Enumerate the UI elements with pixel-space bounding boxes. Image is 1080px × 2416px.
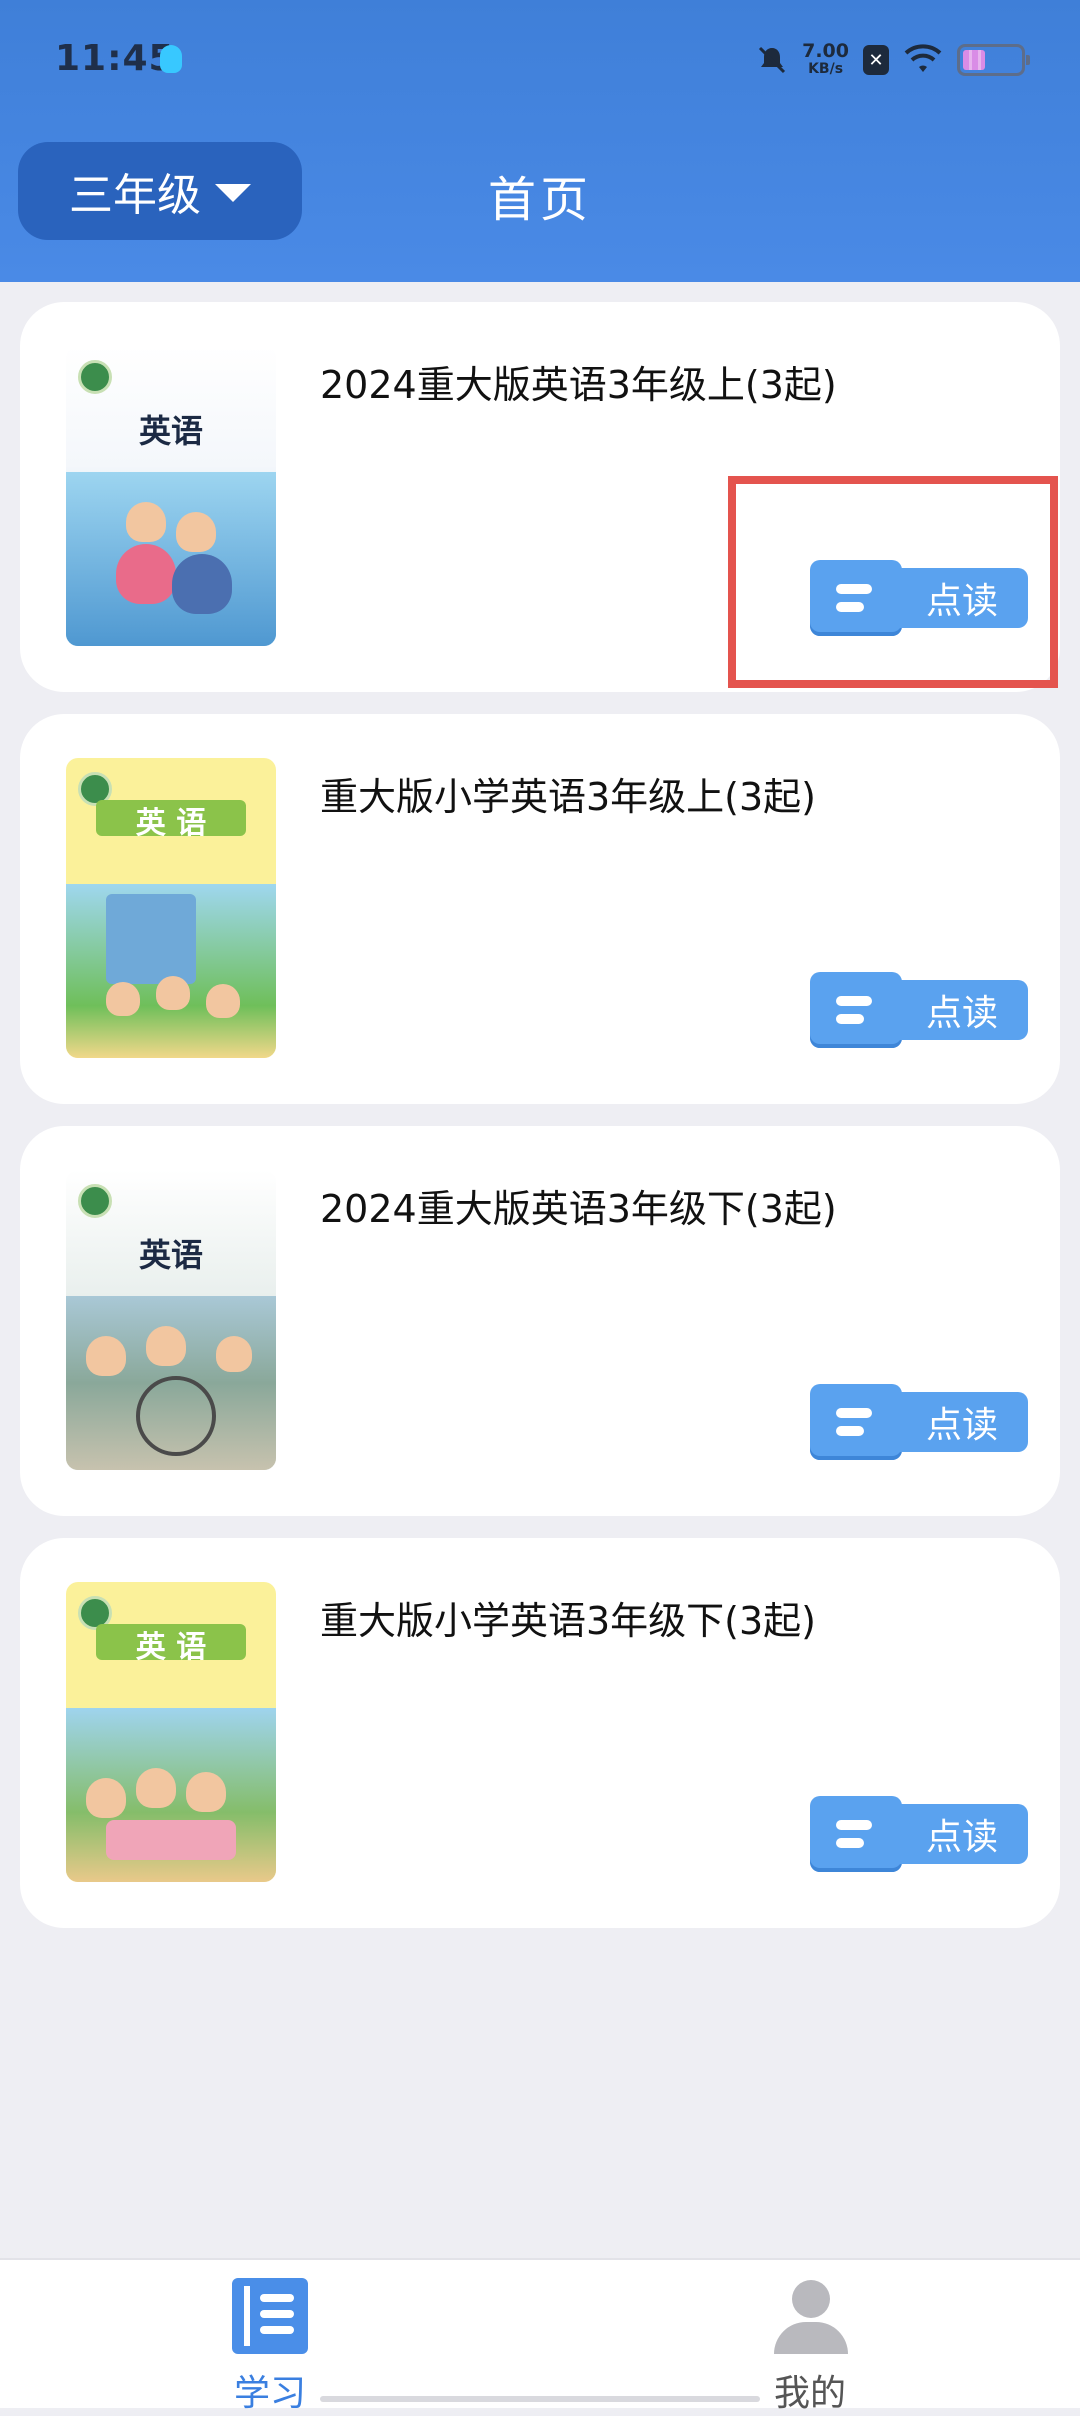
cover-illustration [66, 1296, 276, 1470]
book-title: 重大版小学英语3年级上(3起) [320, 775, 817, 819]
status-icons: 7.00 KB/s ✕ [756, 40, 1030, 80]
book-card[interactable]: 英语 2024重大版英语3年级下(3起) 点读 [20, 1126, 1060, 1516]
battery-fill [963, 50, 985, 70]
page-title: 首页 [0, 160, 1080, 230]
book-card[interactable]: 英 语 重大版小学英语3年级上(3起) 点读 [20, 714, 1060, 1104]
cover-illustration [66, 884, 276, 1058]
home-indicator[interactable] [320, 2396, 760, 2402]
qq-icon [160, 45, 182, 73]
tab-mine-label: 我的 [773, 2373, 846, 2414]
read-aloud-label: 点读 [896, 980, 1028, 1040]
read-aloud-label: 点读 [896, 1392, 1028, 1452]
bottom-tab-bar: 学习 我的 [0, 2258, 1080, 2414]
read-aloud-button[interactable]: 点读 [810, 1796, 1028, 1872]
cover-title: 英 语 [135, 1630, 207, 1665]
cover-title: 英 语 [135, 806, 207, 841]
user-icon [772, 2278, 848, 2354]
cover-illustration [66, 1708, 276, 1882]
read-aloud-button[interactable]: 点读 [810, 1384, 1028, 1460]
tab-study-label: 学习 [233, 2373, 306, 2414]
page-title-text: 首页 [487, 172, 592, 228]
book-card[interactable]: 英 语 重大版小学英语3年级下(3起) 点读 [20, 1538, 1060, 1928]
book-list-icon [232, 2278, 308, 2354]
read-aloud-icon [810, 1384, 902, 1460]
cover-title: 英语 [138, 1236, 203, 1274]
header-bar: 11:45 7.00 KB/s ✕ 三年级 首页 [0, 0, 1080, 282]
wifi-icon [904, 44, 942, 72]
publisher-logo [78, 360, 112, 394]
x-badge-icon: ✕ [863, 45, 889, 75]
book-cover-image[interactable]: 英 语 [66, 758, 276, 1058]
publisher-logo [78, 1184, 112, 1218]
cover-title: 英语 [138, 412, 203, 450]
book-cover-image[interactable]: 英语 [66, 1170, 276, 1470]
read-aloud-icon [810, 972, 902, 1048]
highlight-annotation-box [728, 476, 1058, 688]
book-title: 2024重大版英语3年级下(3起) [320, 1187, 837, 1231]
battery-icon [957, 44, 1030, 76]
book-title: 2024重大版英语3年级上(3起) [320, 363, 837, 407]
read-aloud-label: 点读 [896, 1804, 1028, 1864]
book-cover-image[interactable]: 英语 [66, 346, 276, 646]
net-speed: 7.00 KB/s [802, 42, 849, 78]
cover-illustration [66, 472, 276, 646]
read-aloud-button[interactable]: 点读 [810, 972, 1028, 1048]
tab-study[interactable]: 学习 [190, 2274, 350, 2416]
read-aloud-icon [810, 1796, 902, 1872]
net-speed-value: 7.00 [802, 40, 849, 62]
status-time: 11:45 [55, 38, 175, 79]
net-speed-unit: KB/s [808, 61, 844, 77]
book-cover-image[interactable]: 英 语 [66, 1582, 276, 1882]
book-title: 重大版小学英语3年级下(3起) [320, 1599, 817, 1643]
tab-mine[interactable]: 我的 [730, 2274, 890, 2416]
status-bar: 11:45 7.00 KB/s ✕ [0, 0, 1080, 125]
mute-icon [759, 46, 786, 74]
